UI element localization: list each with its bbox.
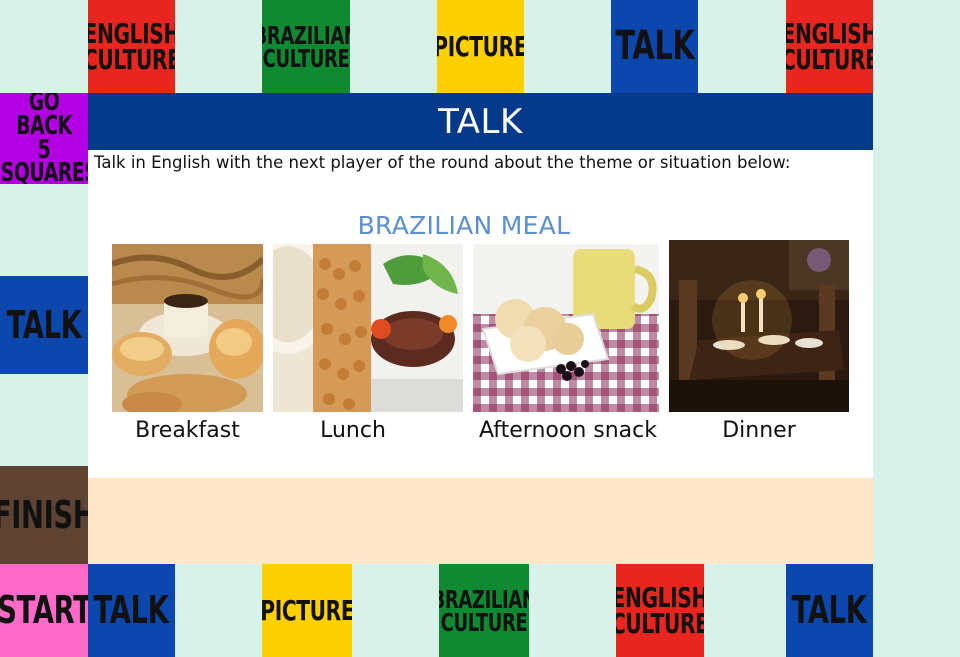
board-square-brazilian-culture[interactable]: BRAZILIAN CULTURE	[439, 564, 529, 657]
board-square-go-back-5-squares[interactable]: GO BACK 5 SQUARES	[0, 93, 88, 184]
theme-title: BRAZILIAN MEAL	[357, 211, 571, 240]
board-square-english-culture[interactable]: ENGLISH CULTURE	[616, 564, 704, 657]
dinner-photo	[669, 240, 849, 412]
board-square-picture[interactable]: PICTURE	[262, 564, 352, 657]
board-square-picture[interactable]: PICTURE	[437, 0, 524, 93]
meal-caption-lunch: Lunch	[320, 418, 386, 443]
afternoon-snack-photo	[473, 244, 659, 412]
lunch-photo	[273, 244, 463, 412]
board-square-english-culture[interactable]: ENGLISH CULTURE	[786, 0, 873, 93]
board-square-finish[interactable]: FINISH	[0, 466, 88, 564]
finish-lane	[88, 478, 873, 564]
card-instruction: Talk in English with the next player of …	[94, 153, 791, 172]
board-square-talk[interactable]: TALK	[786, 564, 873, 657]
breakfast-photo	[112, 244, 263, 412]
board-square-brazilian-culture[interactable]: BRAZILIAN CULTURE	[262, 0, 350, 93]
board-square-start[interactable]: START	[0, 564, 88, 657]
board-square-english-culture[interactable]: ENGLISH CULTURE	[88, 0, 175, 93]
board-square-talk[interactable]: TALK	[611, 0, 698, 93]
meal-caption-breakfast: Breakfast	[135, 418, 240, 443]
meal-caption-afternoon-snack: Afternoon snack	[479, 418, 657, 443]
meal-caption-dinner: Dinner	[722, 418, 796, 443]
board-square-talk[interactable]: TALK	[0, 276, 88, 374]
board-square-talk[interactable]: TALK	[88, 564, 175, 657]
talk-card: TALK Talk in English with the next playe…	[88, 93, 873, 478]
card-title: TALK	[88, 93, 873, 150]
